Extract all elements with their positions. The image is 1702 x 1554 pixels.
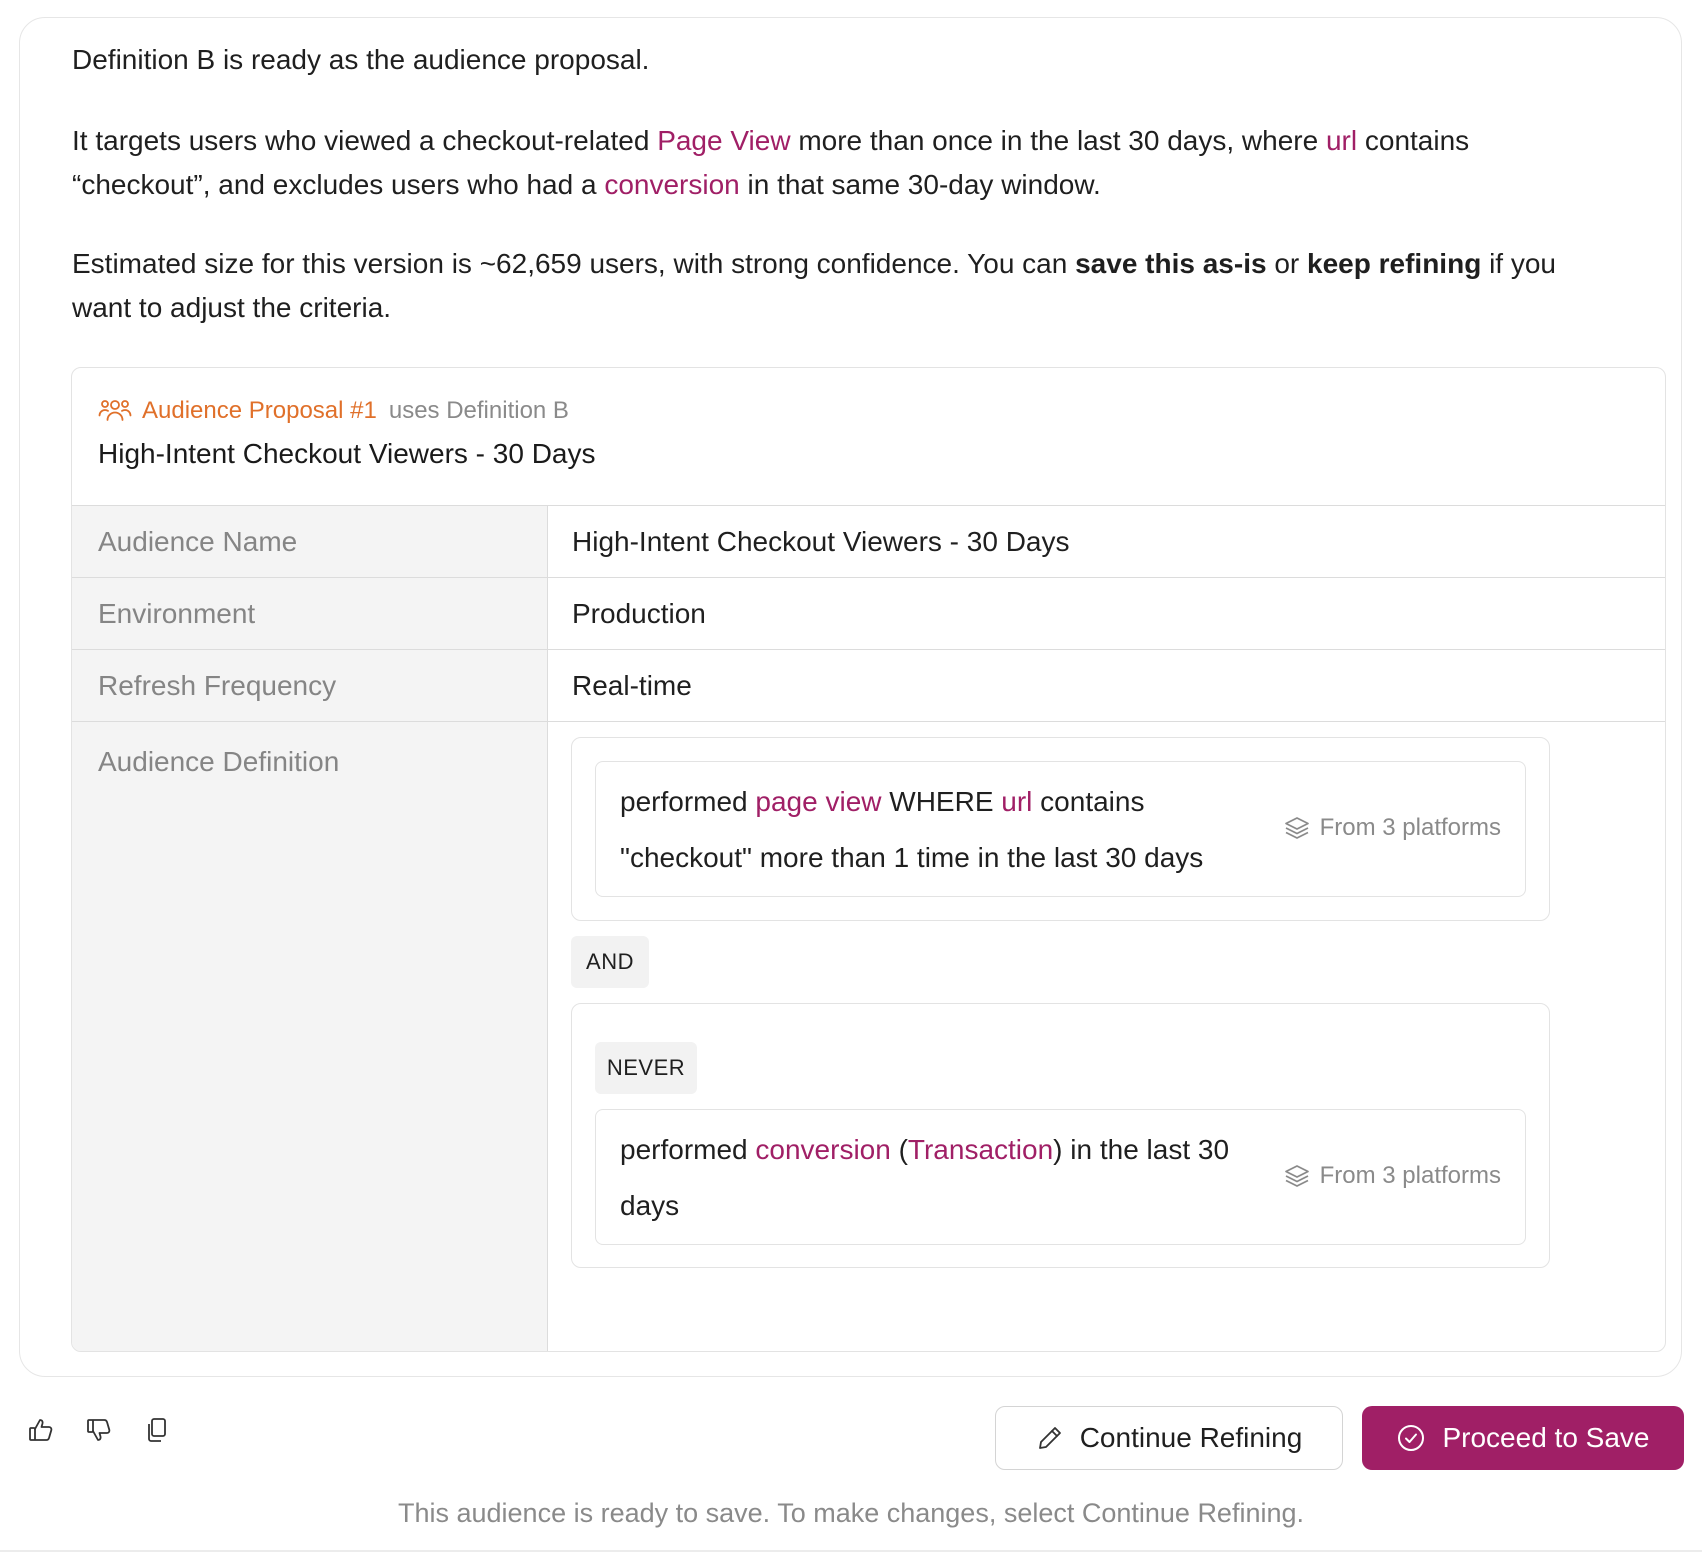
proceed-to-save-button[interactable]: Proceed to Save bbox=[1362, 1406, 1684, 1470]
highlight-conversion: conversion bbox=[604, 169, 740, 200]
thumbs-down-icon[interactable] bbox=[84, 1415, 114, 1445]
and-operator-badge: AND bbox=[571, 936, 649, 988]
proposal-title: High-Intent Checkout Viewers - 30 Days bbox=[98, 438, 596, 469]
message-text: want to adjust the criteria. bbox=[72, 292, 392, 323]
people-icon bbox=[98, 396, 142, 426]
row-value: Real-time bbox=[572, 669, 692, 701]
divider bbox=[0, 1550, 1702, 1552]
message-text: more than once in the last 30 days, wher… bbox=[790, 125, 1326, 156]
condition-text: ) in the last 30 bbox=[1053, 1134, 1230, 1165]
row-label: Environment bbox=[72, 578, 548, 649]
thumbs-up-icon[interactable] bbox=[26, 1415, 56, 1445]
message-text: contains bbox=[1357, 125, 1470, 156]
definition-group-2: NEVER performed conversion (Transaction)… bbox=[571, 1003, 1550, 1268]
check-circle-icon bbox=[1396, 1423, 1442, 1453]
highlight-transaction: Transaction bbox=[907, 1134, 1054, 1165]
row-audience-definition: Audience Definition performed page view … bbox=[72, 721, 1665, 1351]
highlight-url: url bbox=[1325, 125, 1358, 156]
highlight-page-view: page view bbox=[755, 786, 882, 817]
message-text: Estimated size for this version is ~62,6… bbox=[72, 248, 1076, 279]
message-text: Definition B is ready as the audience pr… bbox=[72, 44, 650, 75]
row-audience-name: Audience Name High-Intent Checkout Viewe… bbox=[72, 505, 1665, 577]
audience-proposal-panel: Audience Proposal #1 uses Definition B H… bbox=[71, 367, 1666, 1352]
row-value: High-Intent Checkout Viewers - 30 Days bbox=[572, 525, 1070, 557]
highlight-page-view: Page View bbox=[657, 125, 791, 156]
platforms-text: From 3 platforms bbox=[1319, 1162, 1501, 1189]
continue-refining-label: Continue Refining bbox=[1079, 1422, 1303, 1453]
message-text: if you bbox=[1481, 248, 1556, 279]
condition-text: performed bbox=[620, 1134, 756, 1165]
pencil-icon bbox=[1036, 1424, 1080, 1452]
condition-text: "checkout" more than 1 time in the last … bbox=[620, 842, 1204, 873]
message-paragraph-3: Estimated size for this version is ~62,6… bbox=[72, 242, 1672, 330]
row-environment: Environment Production bbox=[72, 577, 1665, 649]
message-paragraph-1: Definition B is ready as the audience pr… bbox=[72, 38, 1672, 82]
definition-content: performed page view WHERE url contains "c… bbox=[548, 722, 1665, 1351]
row-refresh-frequency: Refresh Frequency Real-time bbox=[72, 649, 1665, 721]
proposal-uses-definition: uses Definition B bbox=[388, 397, 569, 424]
condition-card-1: performed page view WHERE url contains "c… bbox=[595, 761, 1526, 897]
condition-text: ( bbox=[890, 1134, 908, 1165]
feedback-actions bbox=[26, 1415, 172, 1445]
message-text: or bbox=[1266, 248, 1308, 279]
row-value: Production bbox=[572, 597, 706, 629]
message-text: It targets users who viewed a checkout-r… bbox=[72, 125, 658, 156]
condition-text: days bbox=[620, 1190, 680, 1221]
layers-icon bbox=[1284, 815, 1320, 841]
highlight-url: url bbox=[1001, 786, 1033, 817]
never-operator-badge: NEVER bbox=[595, 1042, 697, 1094]
condition-text-1: performed page view WHERE url contains "c… bbox=[620, 774, 1300, 886]
platforms-text: From 3 platforms bbox=[1319, 814, 1501, 841]
condition-text: performed bbox=[620, 786, 756, 817]
message-paragraph-2: It targets users who viewed a checkout-r… bbox=[72, 119, 1672, 207]
bold-save-as-is: save this as-is bbox=[1075, 248, 1267, 279]
row-label: Audience Name bbox=[72, 506, 548, 577]
save-footnote: This audience is ready to save. To make … bbox=[397, 1498, 1305, 1528]
platforms-badge-2: From 3 platforms bbox=[1284, 1162, 1501, 1190]
copy-icon[interactable] bbox=[142, 1415, 172, 1445]
condition-text-2: performed conversion (Transaction) in th… bbox=[620, 1122, 1300, 1234]
definition-group-1: performed page view WHERE url contains "c… bbox=[571, 737, 1550, 921]
row-label: Refresh Frequency bbox=[72, 650, 548, 721]
condition-text: WHERE bbox=[881, 786, 1002, 817]
message-text: in that same 30-day window. bbox=[739, 169, 1101, 200]
row-label: Audience Definition bbox=[72, 722, 548, 1351]
proposal-tag: Audience Proposal #1 bbox=[142, 397, 377, 424]
proposal-tag-line: Audience Proposal #1 uses Definition B bbox=[98, 394, 569, 428]
bold-keep-refining: keep refining bbox=[1307, 248, 1482, 279]
proceed-to-save-label: Proceed to Save bbox=[1442, 1422, 1650, 1453]
condition-card-2: performed conversion (Transaction) in th… bbox=[595, 1109, 1526, 1245]
highlight-conversion: conversion bbox=[755, 1134, 891, 1165]
condition-text: contains bbox=[1032, 786, 1145, 817]
continue-refining-button[interactable]: Continue Refining bbox=[995, 1406, 1343, 1470]
proposal-header: Audience Proposal #1 uses Definition B H… bbox=[72, 368, 1665, 505]
platforms-badge-1: From 3 platforms bbox=[1284, 814, 1501, 842]
message-text: “checkout”, and excludes users who had a bbox=[72, 169, 605, 200]
layers-icon bbox=[1284, 1163, 1320, 1189]
